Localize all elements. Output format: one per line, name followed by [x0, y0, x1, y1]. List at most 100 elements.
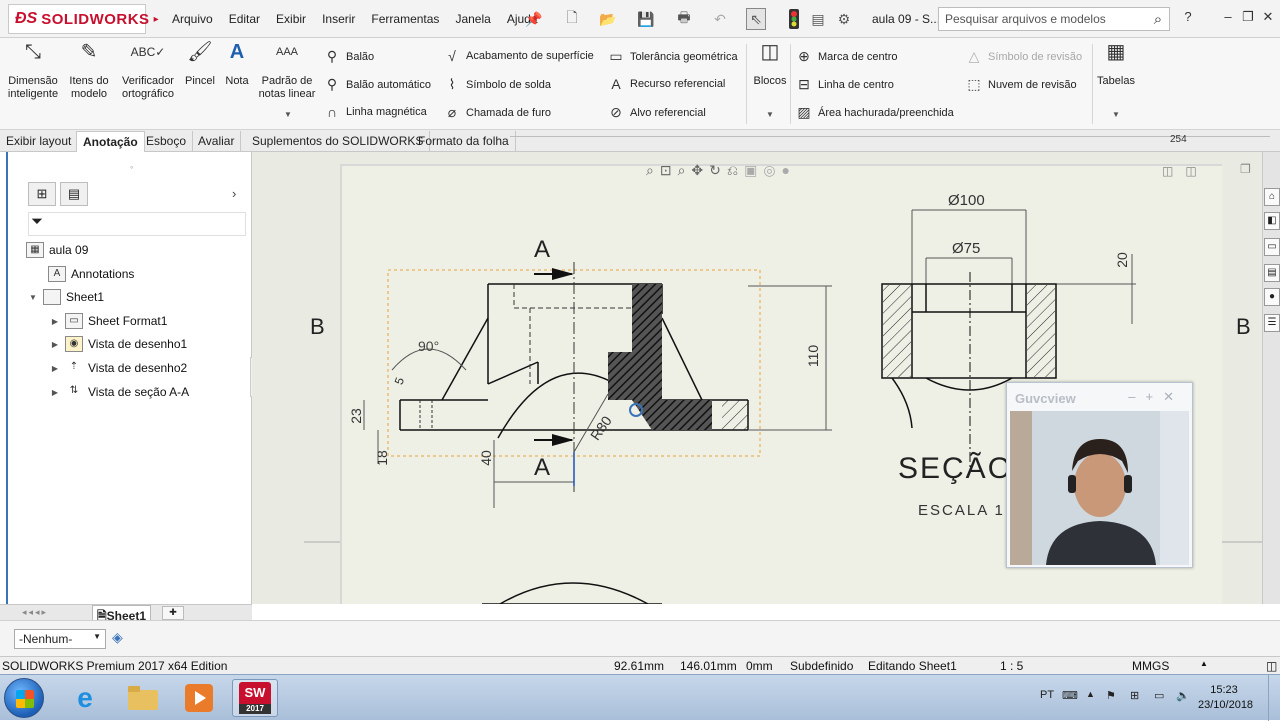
- status-units[interactable]: MMGS: [1132, 659, 1169, 673]
- centerline-button[interactable]: ⊟ Linha de centro: [796, 76, 894, 93]
- tree-item-section-view[interactable]: ▶ ⇅ Vista de seção A-A: [50, 384, 189, 400]
- format-painter-button[interactable]: 🖌 Pincel: [182, 42, 218, 88]
- sheet-nav-arrows-icon[interactable]: ◂◂◂▸: [22, 607, 48, 618]
- revision-symbol-button[interactable]: △ Símbolo de revisão: [966, 48, 1083, 65]
- property-manager-tab-icon[interactable]: ▤: [60, 182, 88, 206]
- close-button[interactable]: ✕: [1258, 9, 1278, 29]
- diameter-75-dimension[interactable]: Ø75: [952, 240, 980, 257]
- hole-callout-button[interactable]: ⌀ Chamada de furo: [444, 104, 551, 121]
- balloon-button[interactable]: ⚲ Balão: [324, 48, 374, 65]
- print-icon[interactable]: 🖶: [672, 8, 696, 30]
- home-icon[interactable]: ⌂: [1264, 188, 1280, 206]
- note-button[interactable]: A Nota: [220, 42, 254, 88]
- select-cursor-icon[interactable]: ⇖: [746, 8, 766, 30]
- expand-icon[interactable]: ▶: [50, 364, 60, 373]
- filter-icon[interactable]: ⏷: [31, 213, 43, 230]
- taskbar-media-player[interactable]: [176, 679, 222, 717]
- center-mark-button[interactable]: ⊕ Marca de centro: [796, 48, 897, 65]
- tree-item-root[interactable]: ▦ aula 09: [26, 242, 88, 258]
- minimize-button[interactable]: –: [1218, 9, 1238, 29]
- tray-expand-icon[interactable]: ▲: [1086, 689, 1095, 699]
- expand-icon[interactable]: ▶: [50, 340, 60, 349]
- start-button[interactable]: [4, 678, 44, 718]
- area-hatch-button[interactable]: ▨ Área hachurada/preenchida: [796, 104, 953, 121]
- collapse-icon[interactable]: ▼: [28, 293, 38, 302]
- auto-balloon-button[interactable]: ⚲ Balão automático: [324, 76, 431, 93]
- linear-note-pattern-button[interactable]: AAA Padrão de notas linear: [256, 46, 318, 101]
- height-40-dimension[interactable]: 40: [478, 450, 494, 466]
- chevron-down-icon[interactable]: ▼: [1112, 110, 1120, 119]
- menu-exibir[interactable]: Exibir: [268, 12, 314, 26]
- chevron-down-icon[interactable]: ▼: [284, 110, 292, 119]
- restore-button[interactable]: ❐: [1238, 9, 1258, 29]
- rebuild-traffic-light-icon[interactable]: [786, 8, 802, 30]
- tab-esboco[interactable]: Esboço: [140, 131, 194, 152]
- add-sheet-icon[interactable]: ✚: [162, 606, 184, 620]
- chevron-right-icon[interactable]: ›: [232, 186, 236, 201]
- datum-target-button[interactable]: ⊘ Alvo referencial: [608, 104, 706, 121]
- menu-editar[interactable]: Editar: [221, 12, 268, 26]
- undo-icon[interactable]: ↶: [708, 8, 732, 30]
- keyboard-icon[interactable]: ⌨: [1062, 689, 1078, 702]
- search-input[interactable]: Pesquisar arquivos e modelos: [945, 12, 1147, 26]
- new-document-icon[interactable]: 🗋: [560, 8, 584, 30]
- taskbar-file-explorer[interactable]: [120, 679, 166, 717]
- volume-icon[interactable]: 🔈: [1176, 689, 1190, 702]
- magnetic-line-button[interactable]: ∩ Linha magnética: [324, 104, 427, 120]
- geometric-tolerance-button[interactable]: ▭ Tolerância geométrica: [608, 48, 737, 65]
- options-gear-icon[interactable]: ⚙: [834, 8, 854, 30]
- tables-button[interactable]: ▦ Tabelas: [1096, 42, 1136, 88]
- expand-icon[interactable]: ▶: [50, 317, 60, 326]
- tab-anotacao[interactable]: Anotação: [76, 131, 145, 152]
- status-help-icon[interactable]: ◫: [1266, 659, 1277, 673]
- tree-filter[interactable]: ⏷: [28, 212, 246, 236]
- open-document-icon[interactable]: 📂: [596, 8, 620, 30]
- taskbar-solidworks[interactable]: SW 2017: [232, 679, 278, 717]
- chevron-up-icon[interactable]: ▲: [1200, 659, 1208, 668]
- section-label-top[interactable]: A: [534, 236, 550, 264]
- tree-item-drawing-view-1[interactable]: ▶ ◉ Vista de desenho1: [50, 336, 187, 352]
- pin-icon[interactable]: 📌: [525, 8, 542, 30]
- tree-item-sheet-format[interactable]: ▶ ▭ Sheet Format1: [50, 313, 167, 329]
- panel-grip-icon[interactable]: ◦: [130, 162, 133, 172]
- system-clock[interactable]: 15:23 23/10/2018: [1198, 683, 1253, 713]
- menu-arquivo[interactable]: Arquivo: [164, 12, 221, 26]
- file-explorer-icon[interactable]: ▭: [1264, 238, 1280, 256]
- weld-symbol-button[interactable]: ⌇ Símbolo de solda: [444, 76, 551, 93]
- language-indicator[interactable]: PT: [1040, 689, 1054, 701]
- save-icon[interactable]: 💾: [634, 8, 658, 30]
- tab-suplementos[interactable]: Suplementos do SOLIDWORKS: [246, 131, 431, 152]
- blocks-button[interactable]: ◫ Blocos: [752, 42, 788, 88]
- status-scale[interactable]: 1 : 5: [1000, 659, 1023, 673]
- datum-feature-button[interactable]: A Recurso referencial: [608, 76, 725, 92]
- revision-cloud-button[interactable]: ⬚ Nuvem de revisão: [966, 76, 1076, 93]
- tab-avaliar[interactable]: Avaliar: [192, 131, 242, 152]
- tab-exibir-layout[interactable]: Exibir layout: [0, 131, 79, 152]
- webcam-window[interactable]: Guvcview –+✕: [1006, 382, 1193, 568]
- spell-checker-button[interactable]: ABC✓ Verificador ortográfico: [116, 46, 180, 101]
- search-box[interactable]: Pesquisar arquivos e modelos ⌕: [938, 7, 1170, 31]
- search-icon[interactable]: ⌕: [1147, 11, 1169, 28]
- tree-item-drawing-view-2[interactable]: ▶ ⇡ Vista de desenho2: [50, 360, 187, 376]
- feature-tree-tab-icon[interactable]: ⊞: [28, 182, 56, 206]
- appearances-icon[interactable]: ●: [1264, 288, 1280, 306]
- layer-dropdown[interactable]: -Nenhum- ▼: [14, 629, 106, 649]
- sheet-tab-sheet1[interactable]: 🗎Sheet1: [92, 605, 152, 623]
- taskbar-internet-explorer[interactable]: e: [62, 679, 108, 717]
- webcam-window-controls[interactable]: –+✕: [1128, 389, 1184, 405]
- display-icon[interactable]: ▭: [1154, 689, 1164, 702]
- model-items-button[interactable]: ✎ Itens do modelo: [64, 42, 114, 101]
- help-icon[interactable]: ?: [1178, 9, 1198, 29]
- tree-item-sheet[interactable]: ▼ Sheet1: [28, 289, 104, 305]
- height-18-dimension[interactable]: 18: [374, 450, 390, 466]
- angle-dimension[interactable]: 90°: [418, 338, 439, 354]
- custom-properties-icon[interactable]: ☰: [1264, 314, 1280, 332]
- action-center-icon[interactable]: ⚑: [1106, 689, 1116, 702]
- design-library-icon[interactable]: ◧: [1264, 212, 1280, 230]
- section-label-bottom[interactable]: A: [534, 454, 550, 482]
- bottom-view-arc[interactable]: [499, 582, 649, 604]
- height-20-dimension[interactable]: 20: [1114, 252, 1130, 268]
- height-23-dimension[interactable]: 23: [348, 408, 364, 424]
- diameter-100-dimension[interactable]: Ø100: [948, 192, 985, 209]
- chevron-down-icon[interactable]: ▼: [766, 110, 774, 119]
